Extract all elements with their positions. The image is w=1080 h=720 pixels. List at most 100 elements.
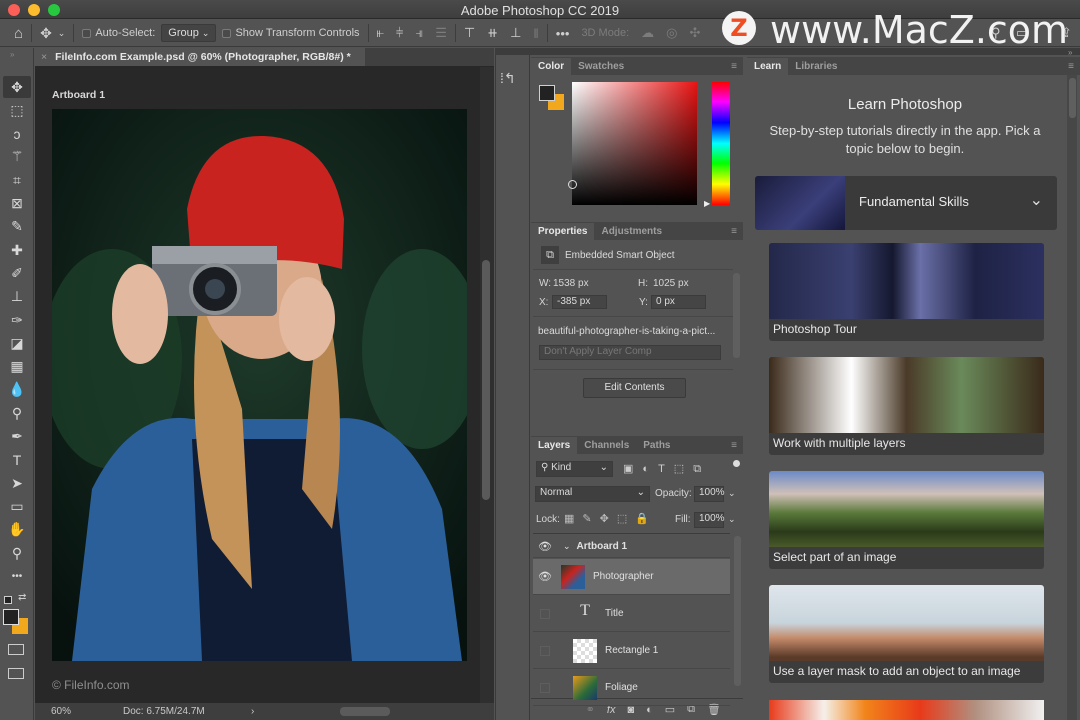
auto-select-checkbox[interactable]: Auto-Select: xyxy=(76,20,161,46)
layer-filter-select[interactable]: ⚲ Kind ⌄ xyxy=(536,461,613,477)
horizontal-scrollbar-thumb[interactable] xyxy=(340,707,390,716)
canvas-image-photographer[interactable] xyxy=(52,109,467,661)
hue-slider-handle-icon[interactable]: ▶ xyxy=(704,199,710,208)
tab-properties[interactable]: Properties xyxy=(531,223,595,240)
color-picker-field[interactable] xyxy=(572,82,697,205)
screen-mode-icon[interactable] xyxy=(8,668,24,679)
tutorial-card[interactable]: Select part of an image xyxy=(769,471,1044,569)
width-value[interactable]: 1538 px xyxy=(553,278,589,289)
tutorial-card[interactable]: Photoshop Tour xyxy=(769,243,1044,341)
tutorial-card-partial[interactable] xyxy=(769,700,1044,720)
vertical-scrollbar-thumb[interactable] xyxy=(482,260,490,500)
lock-artboard-icon[interactable]: ⬚ xyxy=(617,513,635,525)
gradient-tool[interactable]: ▦ xyxy=(3,356,31,378)
properties-scrollbar[interactable] xyxy=(733,273,740,358)
move-tool[interactable]: ✥ xyxy=(3,76,31,98)
align-middle-icon[interactable]: ⧺ xyxy=(481,25,504,41)
layer-row[interactable]: T Title xyxy=(533,596,730,632)
fundamental-skills-section[interactable]: Fundamental Skills ⌄ xyxy=(755,176,1057,230)
hand-tool[interactable]: ✋ xyxy=(3,519,31,541)
filter-toggle[interactable] xyxy=(733,460,740,467)
distribute-icon[interactable]: ☰ xyxy=(429,25,453,41)
stamp-tool[interactable]: ⊥ xyxy=(3,286,31,308)
color-picker-cursor[interactable] xyxy=(568,180,577,189)
checkbox-box[interactable] xyxy=(82,28,92,38)
tab-swatches[interactable]: Swatches xyxy=(571,58,631,75)
swap-colors-icon[interactable]: ⇄ xyxy=(18,592,26,603)
visibility-eye-icon[interactable]: 👁 xyxy=(533,540,557,553)
show-transform-checkbox[interactable]: Show Transform Controls xyxy=(216,20,365,46)
frame-tool[interactable]: ⊠ xyxy=(3,193,31,215)
visibility-eye-icon[interactable]: 👁 xyxy=(533,570,557,583)
panel-menu-icon[interactable]: ≡ xyxy=(1068,61,1074,72)
more-options-button[interactable]: ••• xyxy=(550,26,576,41)
crop-tool[interactable]: ⌗ xyxy=(3,169,31,191)
edit-contents-button[interactable]: Edit Contents xyxy=(583,378,686,398)
align-right-icon[interactable]: ⫣ xyxy=(409,25,429,41)
distribute-horizontal-icon[interactable]: ‖ xyxy=(527,26,544,41)
hue-slider[interactable] xyxy=(712,82,730,205)
path-selection-tool[interactable]: ➤ xyxy=(3,472,31,494)
foreground-color-chip[interactable] xyxy=(539,85,555,101)
type-tool[interactable]: T xyxy=(3,449,31,471)
filter-pixel-icon[interactable]: ▣ xyxy=(623,463,642,475)
tab-layers[interactable]: Layers xyxy=(531,437,578,454)
layer-comp-select[interactable]: Don't Apply Layer Comp xyxy=(539,345,721,360)
visibility-toggle[interactable] xyxy=(540,645,550,656)
dodge-tool[interactable]: ⚲ xyxy=(3,402,31,424)
layer-row[interactable]: Rectangle 1 xyxy=(533,633,730,669)
blend-mode-select[interactable]: Normal ⌄ xyxy=(535,486,650,502)
collapse-panels-icon[interactable]: » xyxy=(1068,48,1072,57)
tab-color[interactable]: Color xyxy=(531,58,572,75)
panel-menu-icon[interactable]: ≡ xyxy=(731,61,737,72)
panel-menu-icon[interactable]: ≡ xyxy=(731,440,737,451)
home-button[interactable]: ⌂ xyxy=(0,20,29,46)
zoom-tool[interactable]: ⚲ xyxy=(3,542,31,564)
marquee-tool[interactable]: ⬚ xyxy=(3,99,31,121)
tab-libraries[interactable]: Libraries xyxy=(788,58,844,75)
artboard-label[interactable]: Artboard 1 xyxy=(52,89,105,101)
lasso-tool[interactable]: ↄ xyxy=(3,123,31,145)
lock-pixels-icon[interactable]: ✎ xyxy=(582,513,599,525)
collapse-toolbar-icon[interactable]: » xyxy=(10,50,14,59)
x-position-input[interactable]: -385 px xyxy=(552,295,607,309)
blur-tool[interactable]: 💧 xyxy=(3,379,31,401)
foreground-color-swatch[interactable] xyxy=(3,609,19,625)
visibility-toggle[interactable] xyxy=(540,608,550,619)
learn-scrollbar-thumb[interactable] xyxy=(1069,78,1076,118)
pen-tool[interactable]: ✒ xyxy=(3,426,31,448)
panel-menu-icon[interactable]: ≡ xyxy=(731,226,737,237)
default-colors-icon[interactable] xyxy=(4,596,12,604)
learn-scrollbar[interactable] xyxy=(1067,75,1077,720)
close-tab-icon[interactable]: × xyxy=(41,51,47,63)
checkbox-box[interactable] xyxy=(222,28,232,38)
filter-type-icon[interactable]: T xyxy=(658,463,674,475)
align-left-icon[interactable]: ⫦ xyxy=(371,25,390,41)
fill-input[interactable]: 100% xyxy=(694,512,725,528)
magic-wand-tool[interactable]: ⚚ xyxy=(3,146,31,168)
lock-all-icon[interactable]: 🔒 xyxy=(635,513,657,525)
align-bottom-icon[interactable]: ⊥ xyxy=(504,25,527,41)
layer-row[interactable]: 👁 Photographer xyxy=(533,559,730,595)
lock-position-icon[interactable]: ✥ xyxy=(600,513,617,525)
rectangle-tool[interactable]: ▭ xyxy=(3,495,31,517)
quick-mask-icon[interactable] xyxy=(8,644,24,655)
status-menu-arrow-icon[interactable]: › xyxy=(251,706,254,717)
auto-select-target-select[interactable]: Group ⌄ xyxy=(161,24,217,42)
tab-adjustments[interactable]: Adjustments xyxy=(594,223,669,240)
more-tools-tool[interactable]: ••• xyxy=(3,565,31,587)
layers-scrollbar[interactable] xyxy=(734,536,741,686)
align-top-icon[interactable]: ⊤ xyxy=(458,25,481,41)
fill-dropdown-icon[interactable]: ⌄ xyxy=(728,514,736,525)
brush-tool[interactable]: ✐ xyxy=(3,262,31,284)
y-position-input[interactable]: 0 px xyxy=(651,295,706,309)
healing-tool[interactable]: ✚ xyxy=(3,239,31,261)
filter-shape-icon[interactable]: ⬚ xyxy=(674,463,693,475)
3d-roll-icon[interactable]: ◎ xyxy=(660,25,683,41)
zoom-level[interactable]: 60% xyxy=(35,706,85,717)
chevron-down-icon[interactable]: ⌄ xyxy=(1030,190,1043,210)
layer-row[interactable]: Foliage xyxy=(533,670,730,706)
eraser-tool[interactable]: ◪ xyxy=(3,332,31,354)
tab-learn[interactable]: Learn xyxy=(747,58,789,75)
tutorial-card[interactable]: Use a layer mask to add an object to an … xyxy=(769,585,1044,683)
